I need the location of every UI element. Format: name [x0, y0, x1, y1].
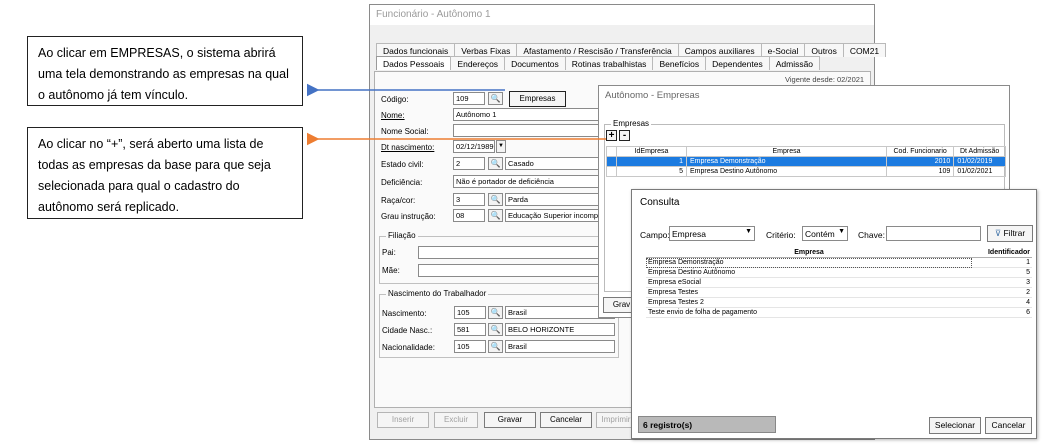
arrows-overlay [306, 83, 606, 146]
